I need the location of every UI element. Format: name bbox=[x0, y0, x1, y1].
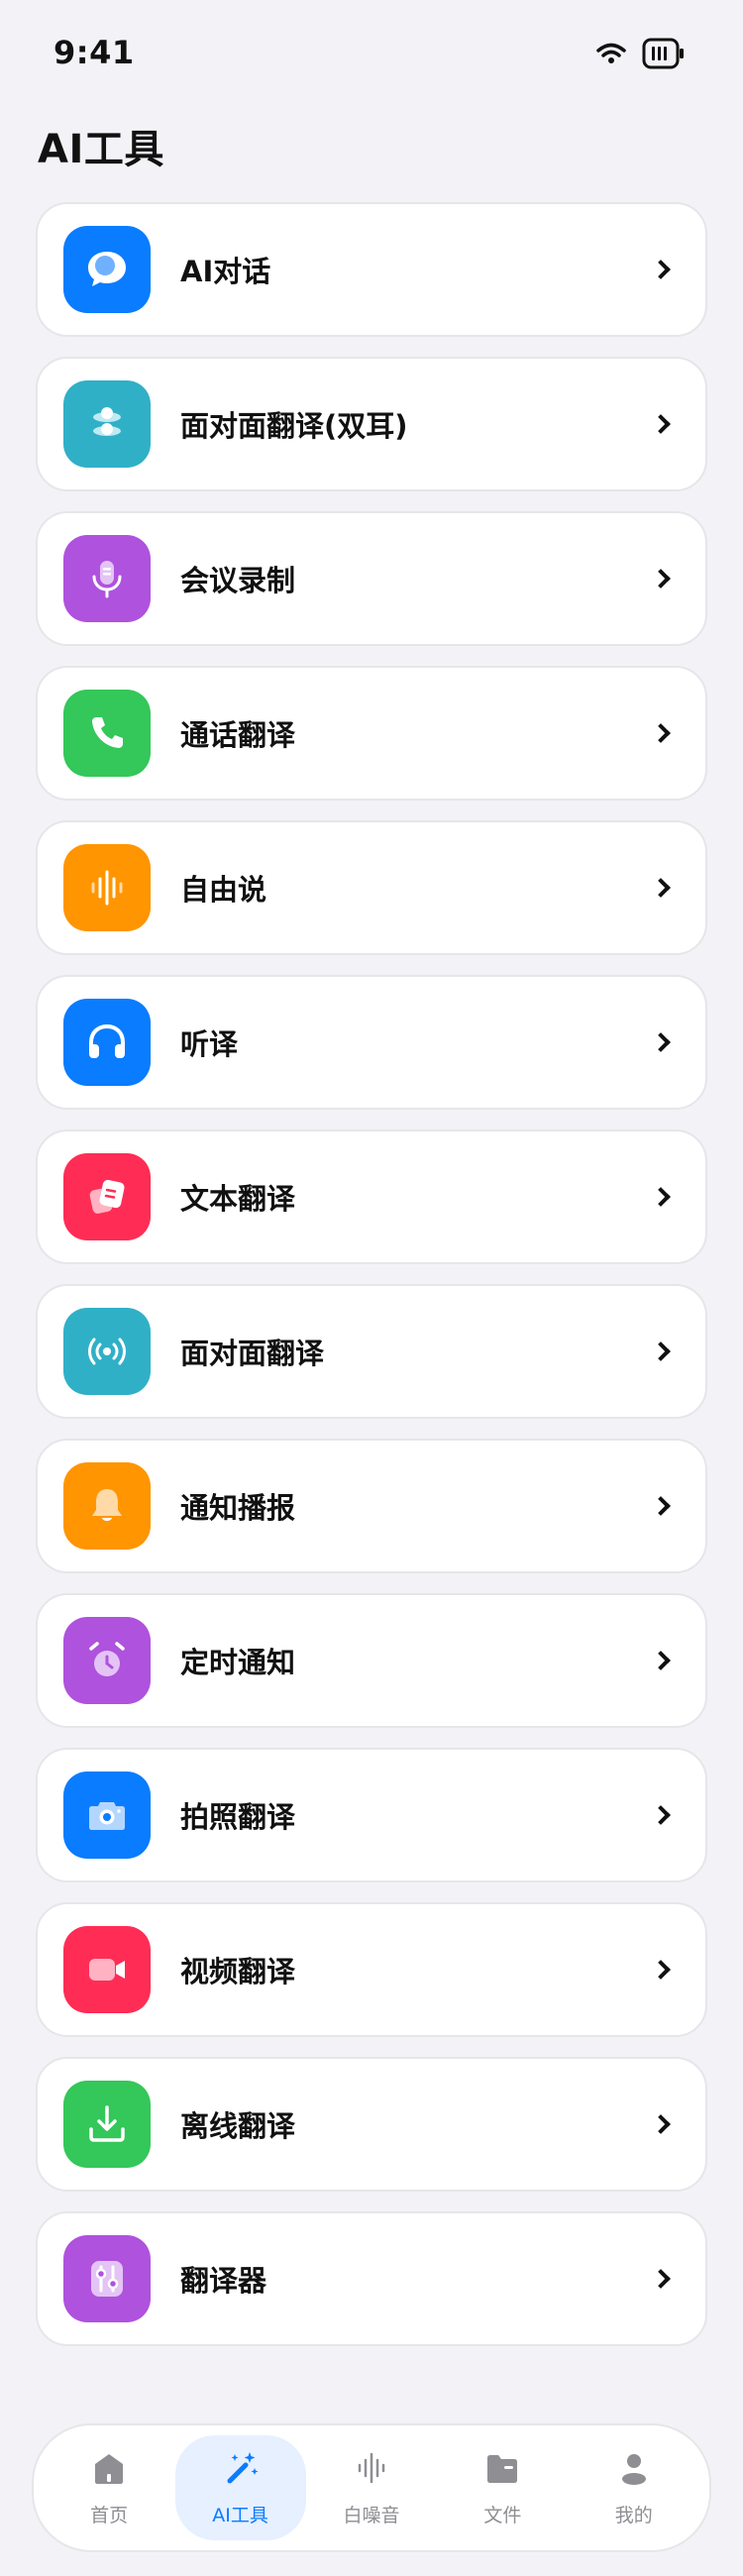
tool-list: AI对话 面对面翻译(双耳) 会议录制 通话翻译 自由说 听译 文本翻译 面对面… bbox=[36, 202, 707, 2366]
phone-icon bbox=[63, 690, 151, 777]
tool-label: 定时通知 bbox=[180, 1646, 296, 1679]
chat-bubble-icon bbox=[63, 226, 151, 313]
tool-label: 面对面翻译 bbox=[180, 1337, 325, 1370]
tab-label: 白噪音 bbox=[343, 2505, 400, 2526]
headphones-icon bbox=[63, 999, 151, 1086]
tool-label: 离线翻译 bbox=[180, 2109, 296, 2143]
home-icon bbox=[89, 2448, 129, 2493]
tab-label: 首页 bbox=[90, 2505, 129, 2526]
tool-card-ai-chat[interactable]: AI对话 bbox=[36, 202, 707, 337]
chevron-right-icon bbox=[651, 1496, 671, 1516]
folder-icon bbox=[482, 2448, 522, 2493]
chevron-right-icon bbox=[651, 1960, 671, 1980]
tool-label: 拍照翻译 bbox=[180, 1800, 296, 1834]
tab-profile[interactable]: 我的 bbox=[569, 2435, 699, 2540]
chevron-right-icon bbox=[651, 878, 671, 898]
tool-label: AI对话 bbox=[180, 255, 271, 288]
tool-card-text-translate[interactable]: 文本翻译 bbox=[36, 1129, 707, 1264]
chevron-right-icon bbox=[651, 414, 671, 434]
waveform-icon bbox=[63, 844, 151, 931]
tool-card-face-to-face-dual[interactable]: 面对面翻译(双耳) bbox=[36, 357, 707, 491]
text-cards-icon bbox=[63, 1153, 151, 1240]
tab-label: AI工具 bbox=[212, 2505, 268, 2526]
tool-card-notification-broadcast[interactable]: 通知播报 bbox=[36, 1439, 707, 1573]
tool-card-offline-translate[interactable]: 离线翻译 bbox=[36, 2057, 707, 2192]
tool-card-call-translate[interactable]: 通话翻译 bbox=[36, 666, 707, 801]
tool-label: 视频翻译 bbox=[180, 1955, 296, 1988]
tool-card-free-talk[interactable]: 自由说 bbox=[36, 820, 707, 955]
chevron-right-icon bbox=[651, 1187, 671, 1207]
tab-label: 我的 bbox=[614, 2505, 653, 2526]
tab-white-noise[interactable]: 白噪音 bbox=[306, 2435, 437, 2540]
tool-card-face-to-face[interactable]: 面对面翻译 bbox=[36, 1284, 707, 1419]
video-camera-icon bbox=[63, 1926, 151, 2013]
tab-files[interactable]: 文件 bbox=[437, 2435, 568, 2540]
bottom-tab-bar: 首页 AI工具 白噪音 文件 我的 bbox=[32, 2423, 711, 2552]
chevron-right-icon bbox=[651, 2114, 671, 2134]
chevron-right-icon bbox=[651, 569, 671, 589]
tool-card-listen-translate[interactable]: 听译 bbox=[36, 975, 707, 1110]
tool-label: 通话翻译 bbox=[180, 718, 296, 752]
chevron-right-icon bbox=[651, 1032, 671, 1052]
camera-icon bbox=[63, 1771, 151, 1859]
battery-icon bbox=[642, 38, 686, 73]
status-bar: 9:41 bbox=[0, 0, 743, 109]
tool-label: 会议录制 bbox=[180, 564, 296, 597]
chevron-right-icon bbox=[651, 723, 671, 743]
bell-icon bbox=[63, 1462, 151, 1550]
sound-wave-icon bbox=[352, 2448, 391, 2493]
tab-label: 文件 bbox=[483, 2505, 522, 2526]
magic-wand-icon bbox=[221, 2448, 261, 2493]
chevron-right-icon bbox=[651, 1651, 671, 1670]
chevron-right-icon bbox=[651, 260, 671, 279]
person-icon bbox=[614, 2448, 654, 2493]
tool-label: 文本翻译 bbox=[180, 1182, 296, 1216]
microphone-icon bbox=[63, 535, 151, 622]
tool-label: 面对面翻译(双耳) bbox=[180, 409, 408, 443]
page-title: AI工具 bbox=[38, 127, 164, 172]
tool-card-video-translate[interactable]: 视频翻译 bbox=[36, 1902, 707, 2037]
tool-card-translator[interactable]: 翻译器 bbox=[36, 2211, 707, 2346]
tool-card-meeting-record[interactable]: 会议录制 bbox=[36, 511, 707, 646]
tool-label: 自由说 bbox=[180, 873, 267, 907]
tool-label: 听译 bbox=[180, 1027, 239, 1061]
tab-home[interactable]: 首页 bbox=[44, 2435, 174, 2540]
tool-label: 翻译器 bbox=[180, 2264, 267, 2298]
tool-card-photo-translate[interactable]: 拍照翻译 bbox=[36, 1748, 707, 1882]
tool-label: 通知播报 bbox=[180, 1491, 296, 1525]
chevron-right-icon bbox=[651, 1805, 671, 1825]
chevron-right-icon bbox=[651, 1342, 671, 1361]
tab-ai-tools[interactable]: AI工具 bbox=[174, 2435, 306, 2540]
tool-card-scheduled-notification[interactable]: 定时通知 bbox=[36, 1593, 707, 1728]
wifi-icon bbox=[596, 42, 626, 69]
download-icon bbox=[63, 2081, 151, 2168]
sliders-icon bbox=[63, 2235, 151, 2322]
chevron-right-icon bbox=[651, 2269, 671, 2289]
broadcast-icon bbox=[63, 1308, 151, 1395]
face-to-face-icon bbox=[63, 380, 151, 468]
alarm-clock-icon bbox=[63, 1617, 151, 1704]
status-icons bbox=[596, 38, 686, 73]
status-time: 9:41 bbox=[53, 34, 135, 71]
